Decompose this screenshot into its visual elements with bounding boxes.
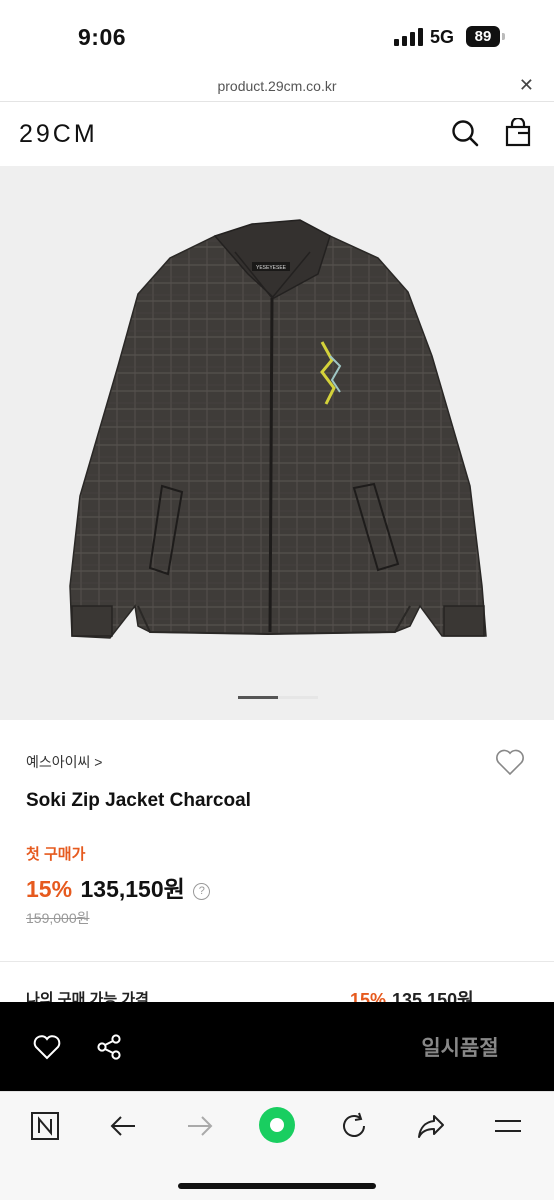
signal-icon (394, 28, 424, 46)
purchase-price-label: 나의 구매 가능 가격 (26, 991, 149, 1002)
url-text[interactable]: product.29cm.co.kr (0, 78, 554, 94)
close-icon[interactable]: ✕ (519, 75, 534, 96)
gallery-indicator-active (238, 696, 278, 699)
sold-out-button[interactable]: 일시품절 (380, 1032, 540, 1062)
image-brand-tag: YESEYESEE (256, 265, 287, 271)
share-icon[interactable] (415, 1110, 447, 1142)
product-jacket-image: YESEYESEE (69, 219, 487, 639)
battery-icon: 89 (466, 26, 500, 47)
url-bar[interactable]: product.29cm.co.kr ✕ (0, 70, 554, 102)
purchase-bar: 일시품절 (0, 1002, 554, 1091)
purchase-price-value: 15% 135,150원 (350, 986, 474, 1002)
heart-icon[interactable] (494, 746, 526, 778)
help-icon[interactable]: ? (193, 883, 211, 900)
brand-link[interactable]: 예스아이씨 > (26, 752, 102, 772)
product-image-gallery[interactable]: YESEYESEE (0, 166, 554, 720)
product-name: Soki Zip Jacket Charcoal (26, 790, 251, 811)
reload-icon[interactable] (338, 1110, 370, 1142)
sale-price: 135,150원 (80, 876, 185, 902)
heart-icon[interactable] (32, 1032, 62, 1062)
first-purchase-label: 첫 구매가 (26, 846, 86, 863)
original-price: 159,000원 (26, 910, 90, 926)
share-icon[interactable] (94, 1032, 124, 1062)
naver-home-icon[interactable] (29, 1110, 61, 1142)
divider (0, 961, 554, 962)
site-header: 29CM (0, 102, 554, 166)
price-row: 15% 135,150원 ? (26, 870, 211, 902)
forward-arrow-icon[interactable] (184, 1110, 216, 1142)
discount-rate: 15% (26, 876, 73, 902)
status-time: 9:06 (78, 24, 127, 50)
battery-tip (502, 33, 505, 40)
menu-icon[interactable] (492, 1110, 524, 1142)
purchase-discount: 15% (350, 990, 387, 1002)
network-type: 5G (430, 27, 455, 47)
site-logo[interactable]: 29CM (19, 120, 98, 149)
shopping-bag-icon[interactable] (503, 118, 533, 148)
home-indicator (178, 1183, 376, 1189)
status-bar: 9:06 5G 89 (0, 0, 554, 70)
back-arrow-icon[interactable] (107, 1110, 139, 1142)
green-dot-icon[interactable] (258, 1106, 296, 1144)
purchase-price-row[interactable]: 나의 구매 가능 가격 15% 135,150원 (0, 986, 554, 1002)
search-icon[interactable] (450, 118, 480, 148)
gallery-indicator (278, 696, 318, 699)
purchase-price: 135,150원 (392, 990, 474, 1002)
